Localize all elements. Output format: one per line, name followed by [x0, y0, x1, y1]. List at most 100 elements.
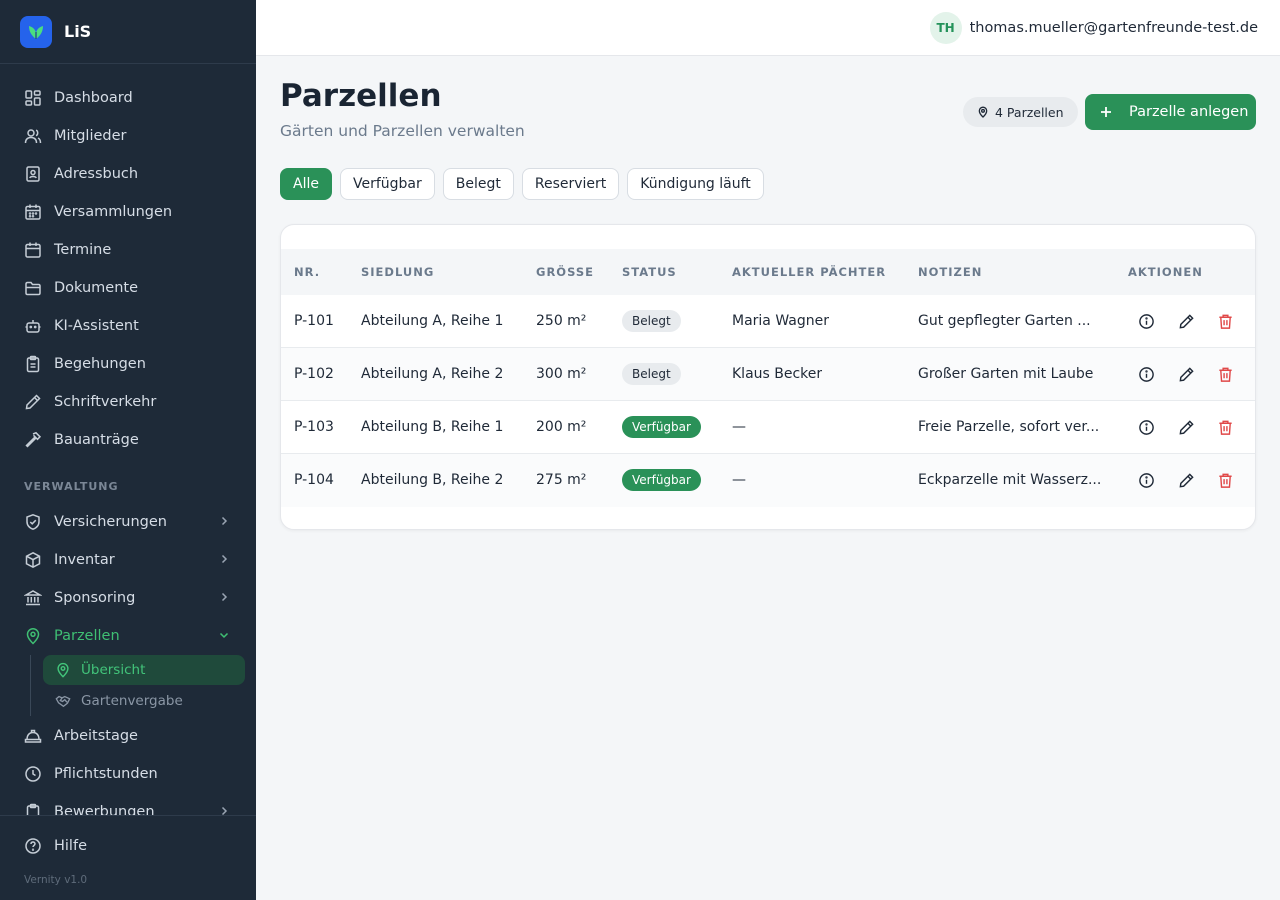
- sidebar-item-mitglieder[interactable]: Mitglieder: [0, 117, 256, 155]
- column-header-groesse[interactable]: GRÖSSE: [536, 265, 594, 279]
- users-icon: [24, 127, 42, 145]
- map-pin-icon: [55, 662, 71, 678]
- info-icon[interactable]: [1137, 471, 1155, 489]
- help-circle-icon: [24, 837, 42, 855]
- sidebar-item-sponsoring[interactable]: Sponsoring: [0, 579, 256, 617]
- table-row[interactable]: P-103 Abteilung B, Reihe 1 200 m² Verfüg…: [281, 401, 1255, 454]
- table-row[interactable]: P-104 Abteilung B, Reihe 2 275 m² Verfüg…: [281, 454, 1255, 507]
- filter-verfuegbar[interactable]: Verfügbar: [339, 168, 435, 200]
- sidebar-subitem-label: Gartenvergabe: [81, 693, 183, 709]
- sidebar-item-bewerbungen[interactable]: Bewerbungen: [0, 793, 256, 815]
- info-icon[interactable]: [1137, 365, 1155, 383]
- cell-siedlung: Abteilung A, Reihe 2: [361, 366, 504, 382]
- hard-hat-icon: [24, 727, 42, 745]
- sidebar-item-schriftverkehr[interactable]: Schriftverkehr: [0, 383, 256, 421]
- sidebar-item-label: Bauanträge: [54, 432, 139, 448]
- status-filter-bar: Alle Verfügbar Belegt Reserviert Kündigu…: [280, 168, 772, 200]
- filter-kuendigung-laeuft[interactable]: Kündigung läuft: [627, 168, 764, 200]
- sidebar-item-versammlungen[interactable]: Versammlungen: [0, 193, 256, 231]
- sidebar-item-adressbuch[interactable]: Adressbuch: [0, 155, 256, 193]
- section-label-verwaltung: VERWALTUNG: [24, 480, 119, 493]
- delete-icon[interactable]: [1216, 365, 1234, 383]
- sidebar-item-versicherungen[interactable]: Versicherungen: [0, 503, 256, 541]
- column-header-siedlung[interactable]: SIEDLUNG: [361, 265, 434, 279]
- chevron-right-icon: [218, 553, 230, 565]
- cell-notizen: Eckparzelle mit Wasserz...: [918, 472, 1102, 488]
- chevron-down-icon: [218, 629, 230, 641]
- edit-icon[interactable]: [1177, 418, 1195, 436]
- table-header: NR. SIEDLUNG GRÖSSE STATUS AKTUELLER PÄC…: [281, 249, 1255, 295]
- sidebar-item-label: Parzellen: [54, 628, 120, 644]
- pen-icon: [24, 393, 42, 411]
- table-row[interactable]: P-101 Abteilung A, Reihe 1 250 m² Belegt…: [281, 295, 1255, 348]
- sidebar-subitem-gartenvergabe[interactable]: Gartenvergabe: [43, 686, 245, 716]
- sidebar-item-dokumente[interactable]: Dokumente: [0, 269, 256, 307]
- filter-belegt[interactable]: Belegt: [442, 168, 514, 200]
- sidebar-subitem-uebersicht[interactable]: Übersicht: [43, 655, 245, 685]
- cell-notizen: Großer Garten mit Laube: [918, 366, 1094, 382]
- sidebar-item-termine[interactable]: Termine: [0, 231, 256, 269]
- chevron-right-icon: [218, 805, 230, 815]
- cell-groesse: 250 m²: [536, 313, 587, 329]
- edit-icon[interactable]: [1177, 471, 1195, 489]
- edit-icon[interactable]: [1177, 365, 1195, 383]
- cell-paechter: —: [732, 472, 746, 488]
- sidebar-item-begehungen[interactable]: Begehungen: [0, 345, 256, 383]
- info-icon[interactable]: [1137, 312, 1155, 330]
- help-link[interactable]: Hilfe: [0, 816, 256, 876]
- sidebar-item-inventar[interactable]: Inventar: [0, 541, 256, 579]
- box-icon: [24, 551, 42, 569]
- filter-reserviert[interactable]: Reserviert: [521, 168, 620, 200]
- delete-icon[interactable]: [1216, 418, 1234, 436]
- column-header-status[interactable]: STATUS: [622, 265, 677, 279]
- sidebar-item-label: Versicherungen: [54, 514, 167, 530]
- column-header-paechter[interactable]: AKTUELLER PÄCHTER: [732, 265, 886, 279]
- sidebar-footer: Hilfe Vernity v1.0: [0, 815, 256, 900]
- shield-icon: [24, 513, 42, 531]
- column-header-notizen[interactable]: NOTIZEN: [918, 265, 982, 279]
- filter-alle[interactable]: Alle: [280, 168, 332, 200]
- add-parcel-label: Parzelle anlegen: [1129, 104, 1249, 120]
- cell-siedlung: Abteilung A, Reihe 1: [361, 313, 504, 329]
- sidebar-item-bauantraege[interactable]: Bauanträge: [0, 421, 256, 459]
- cell-nr: P-104: [294, 472, 334, 488]
- user-menu[interactable]: TH thomas.mueller@gartenfreunde-test.de: [929, 12, 1258, 44]
- brand[interactable]: LiS: [0, 0, 256, 64]
- map-pin-icon: [977, 106, 989, 118]
- sidebar-item-ki-assistent[interactable]: KI-Assistent: [0, 307, 256, 345]
- app-version: Vernity v1.0: [24, 874, 88, 886]
- add-parcel-button[interactable]: Parzelle anlegen: [1085, 94, 1256, 130]
- handshake-icon: [55, 693, 71, 709]
- sidebar-item-parzellen[interactable]: Parzellen: [0, 617, 256, 655]
- chevron-right-icon: [218, 515, 230, 527]
- sidebar-item-arbeitstage[interactable]: Arbeitstage: [0, 717, 256, 755]
- sidebar-item-pflichtstunden[interactable]: Pflichtstunden: [0, 755, 256, 793]
- sidebar: LiS Dashboard Mitglieder Adressbuch Vers…: [0, 0, 256, 900]
- column-header-nr[interactable]: NR.: [294, 265, 320, 279]
- sidebar-item-label: Dashboard: [54, 90, 133, 106]
- top-bar: TH thomas.mueller@gartenfreunde-test.de: [256, 0, 1280, 56]
- sidebar-item-label: Begehungen: [54, 356, 146, 372]
- delete-icon[interactable]: [1216, 471, 1234, 489]
- delete-icon[interactable]: [1216, 312, 1234, 330]
- status-badge: Verfügbar: [622, 469, 701, 491]
- cell-paechter: Klaus Becker: [732, 366, 823, 382]
- clipboard-icon: [24, 803, 42, 815]
- sidebar-item-dashboard[interactable]: Dashboard: [0, 79, 256, 117]
- info-icon[interactable]: [1137, 418, 1155, 436]
- leaf-logo-icon: [20, 15, 52, 48]
- sidebar-nav: Dashboard Mitglieder Adressbuch Versamml…: [0, 79, 256, 815]
- sidebar-item-label: KI-Assistent: [54, 318, 139, 334]
- cell-nr: P-101: [294, 313, 334, 329]
- sidebar-subitem-label: Übersicht: [81, 662, 146, 678]
- parzellen-subnav: Übersicht Gartenvergabe: [30, 655, 256, 716]
- sidebar-item-label: Termine: [54, 242, 112, 258]
- calendar-grid-icon: [24, 203, 42, 221]
- cell-siedlung: Abteilung B, Reihe 2: [361, 472, 504, 488]
- bank-icon: [24, 589, 42, 607]
- edit-icon[interactable]: [1177, 312, 1195, 330]
- cell-groesse: 275 m²: [536, 472, 587, 488]
- table-row[interactable]: P-102 Abteilung A, Reihe 2 300 m² Belegt…: [281, 348, 1255, 401]
- column-header-aktionen: AKTIONEN: [1128, 265, 1203, 279]
- plus-icon: [1099, 105, 1113, 119]
